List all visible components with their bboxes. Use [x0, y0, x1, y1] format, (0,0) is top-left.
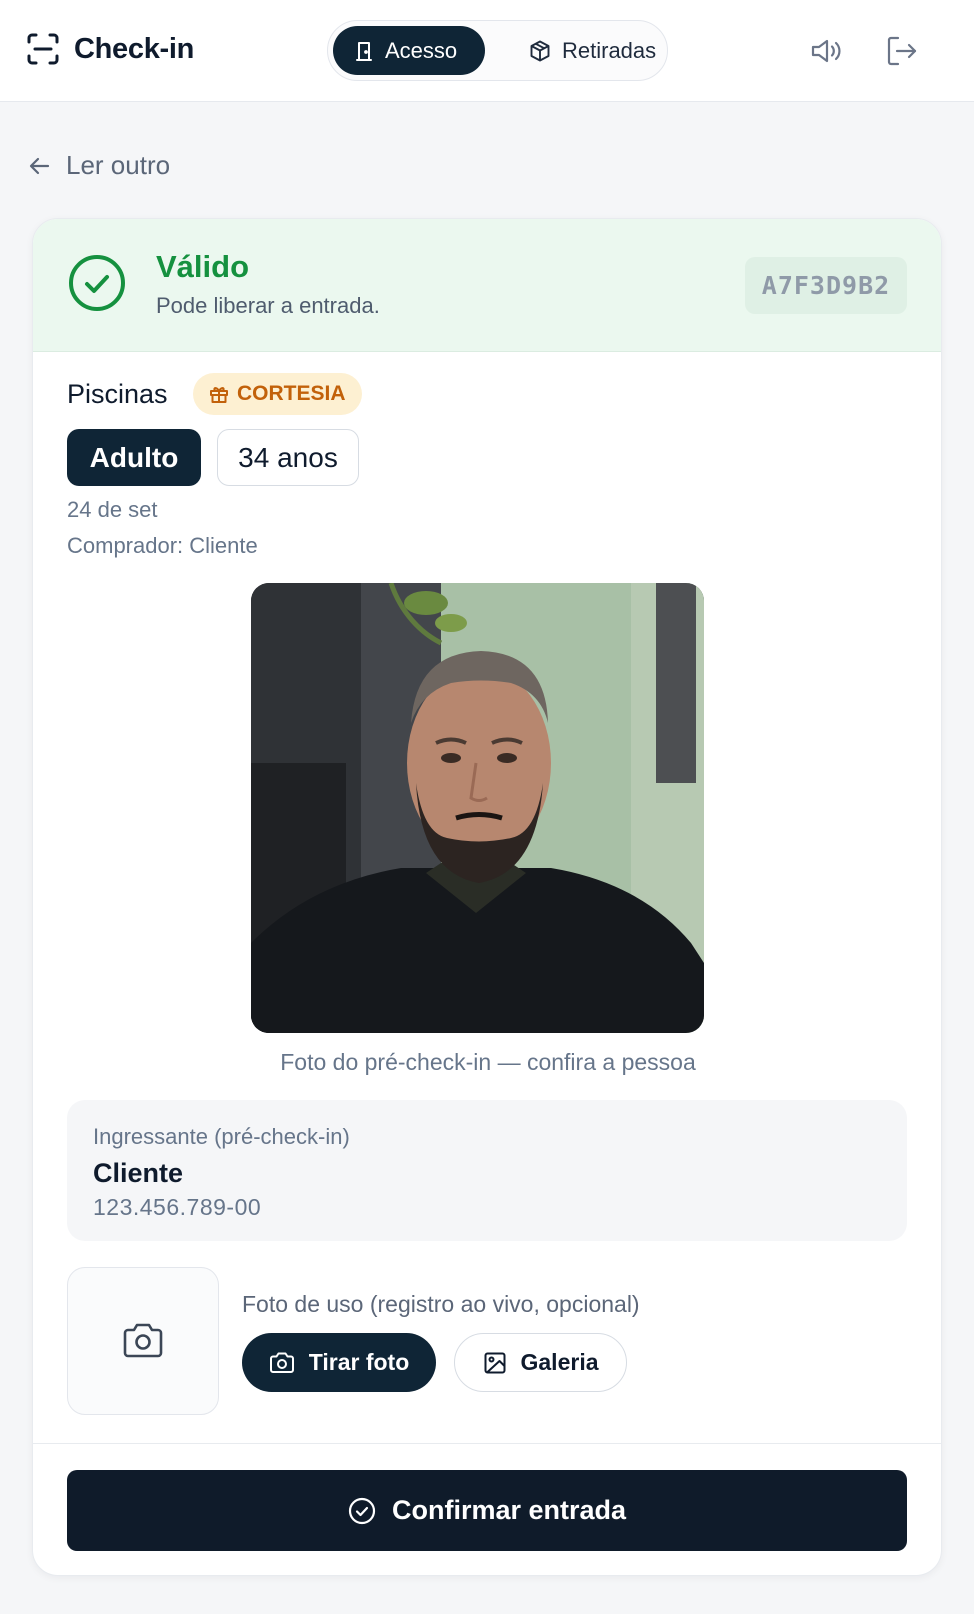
usage-photo-label: Foto de uso (registro ao vivo, opcional) [242, 1291, 640, 1317]
image-icon [483, 1351, 507, 1375]
status-title: Válido [156, 249, 250, 284]
gift-icon [209, 384, 229, 404]
gallery-button[interactable]: Galeria [454, 1333, 627, 1392]
ticket-card: Válido Pode liberar a entrada. A7F3D9B2 … [32, 218, 942, 1576]
speaker-icon[interactable] [808, 33, 844, 69]
back-link[interactable]: Ler outro [28, 150, 170, 181]
package-icon [528, 39, 552, 63]
product-name: Piscinas [67, 379, 168, 409]
take-photo-button[interactable]: Tirar foto [242, 1333, 436, 1392]
age-pill: 34 anos [217, 429, 359, 486]
precheckin-photo [251, 583, 704, 1033]
confirm-entry-button[interactable]: Confirmar entrada [67, 1470, 907, 1551]
mode-switch: Acesso Retiradas [327, 20, 668, 81]
scan-icon [26, 32, 60, 66]
entrant-label: Ingressante (pré-check-in) [93, 1124, 350, 1149]
tab-label: Acesso [385, 37, 458, 63]
app-header: Check-in Acesso Retiradas [0, 0, 974, 102]
door-icon [353, 40, 375, 62]
logout-icon[interactable] [884, 33, 920, 69]
divider [33, 1443, 941, 1444]
tab-label: Retiradas [562, 37, 657, 63]
tab-acesso[interactable]: Acesso [333, 26, 485, 75]
courtesy-badge: CORTESIA [193, 373, 362, 415]
arrow-left-icon [28, 154, 52, 178]
camera-icon [269, 1351, 295, 1375]
confirm-label: Confirmar entrada [391, 1495, 627, 1525]
status-subtitle: Pode liberar a entrada. [156, 293, 380, 318]
entrant-panel: Ingressante (pré-check-in) Cliente 123.4… [67, 1100, 907, 1241]
app-title: Check-in [74, 32, 195, 65]
entrant-name: Cliente [93, 1158, 184, 1188]
buyer-text: Comprador: Cliente [67, 533, 258, 558]
ticket-date: 24 de set [67, 497, 158, 522]
tab-retiradas[interactable]: Retiradas [508, 26, 664, 75]
back-label: Ler outro [66, 150, 171, 180]
ticket-code: A7F3D9B2 [745, 257, 907, 314]
gallery-label: Galeria [520, 1349, 599, 1375]
entrant-document: 123.456.789-00 [93, 1194, 262, 1220]
usage-photo-placeholder[interactable] [67, 1267, 219, 1415]
take-photo-label: Tirar foto [308, 1349, 410, 1375]
photo-caption: Foto do pré-check-in — confira a pessoa [280, 1049, 696, 1075]
category-pill: Adulto [67, 429, 201, 486]
check-circle-icon [348, 1497, 376, 1525]
check-circle-icon [68, 254, 126, 312]
camera-icon [121, 1321, 165, 1361]
badge-label: CORTESIA [237, 382, 346, 405]
brand: Check-in [26, 32, 194, 66]
status-banner: Válido Pode liberar a entrada. A7F3D9B2 [33, 219, 941, 352]
